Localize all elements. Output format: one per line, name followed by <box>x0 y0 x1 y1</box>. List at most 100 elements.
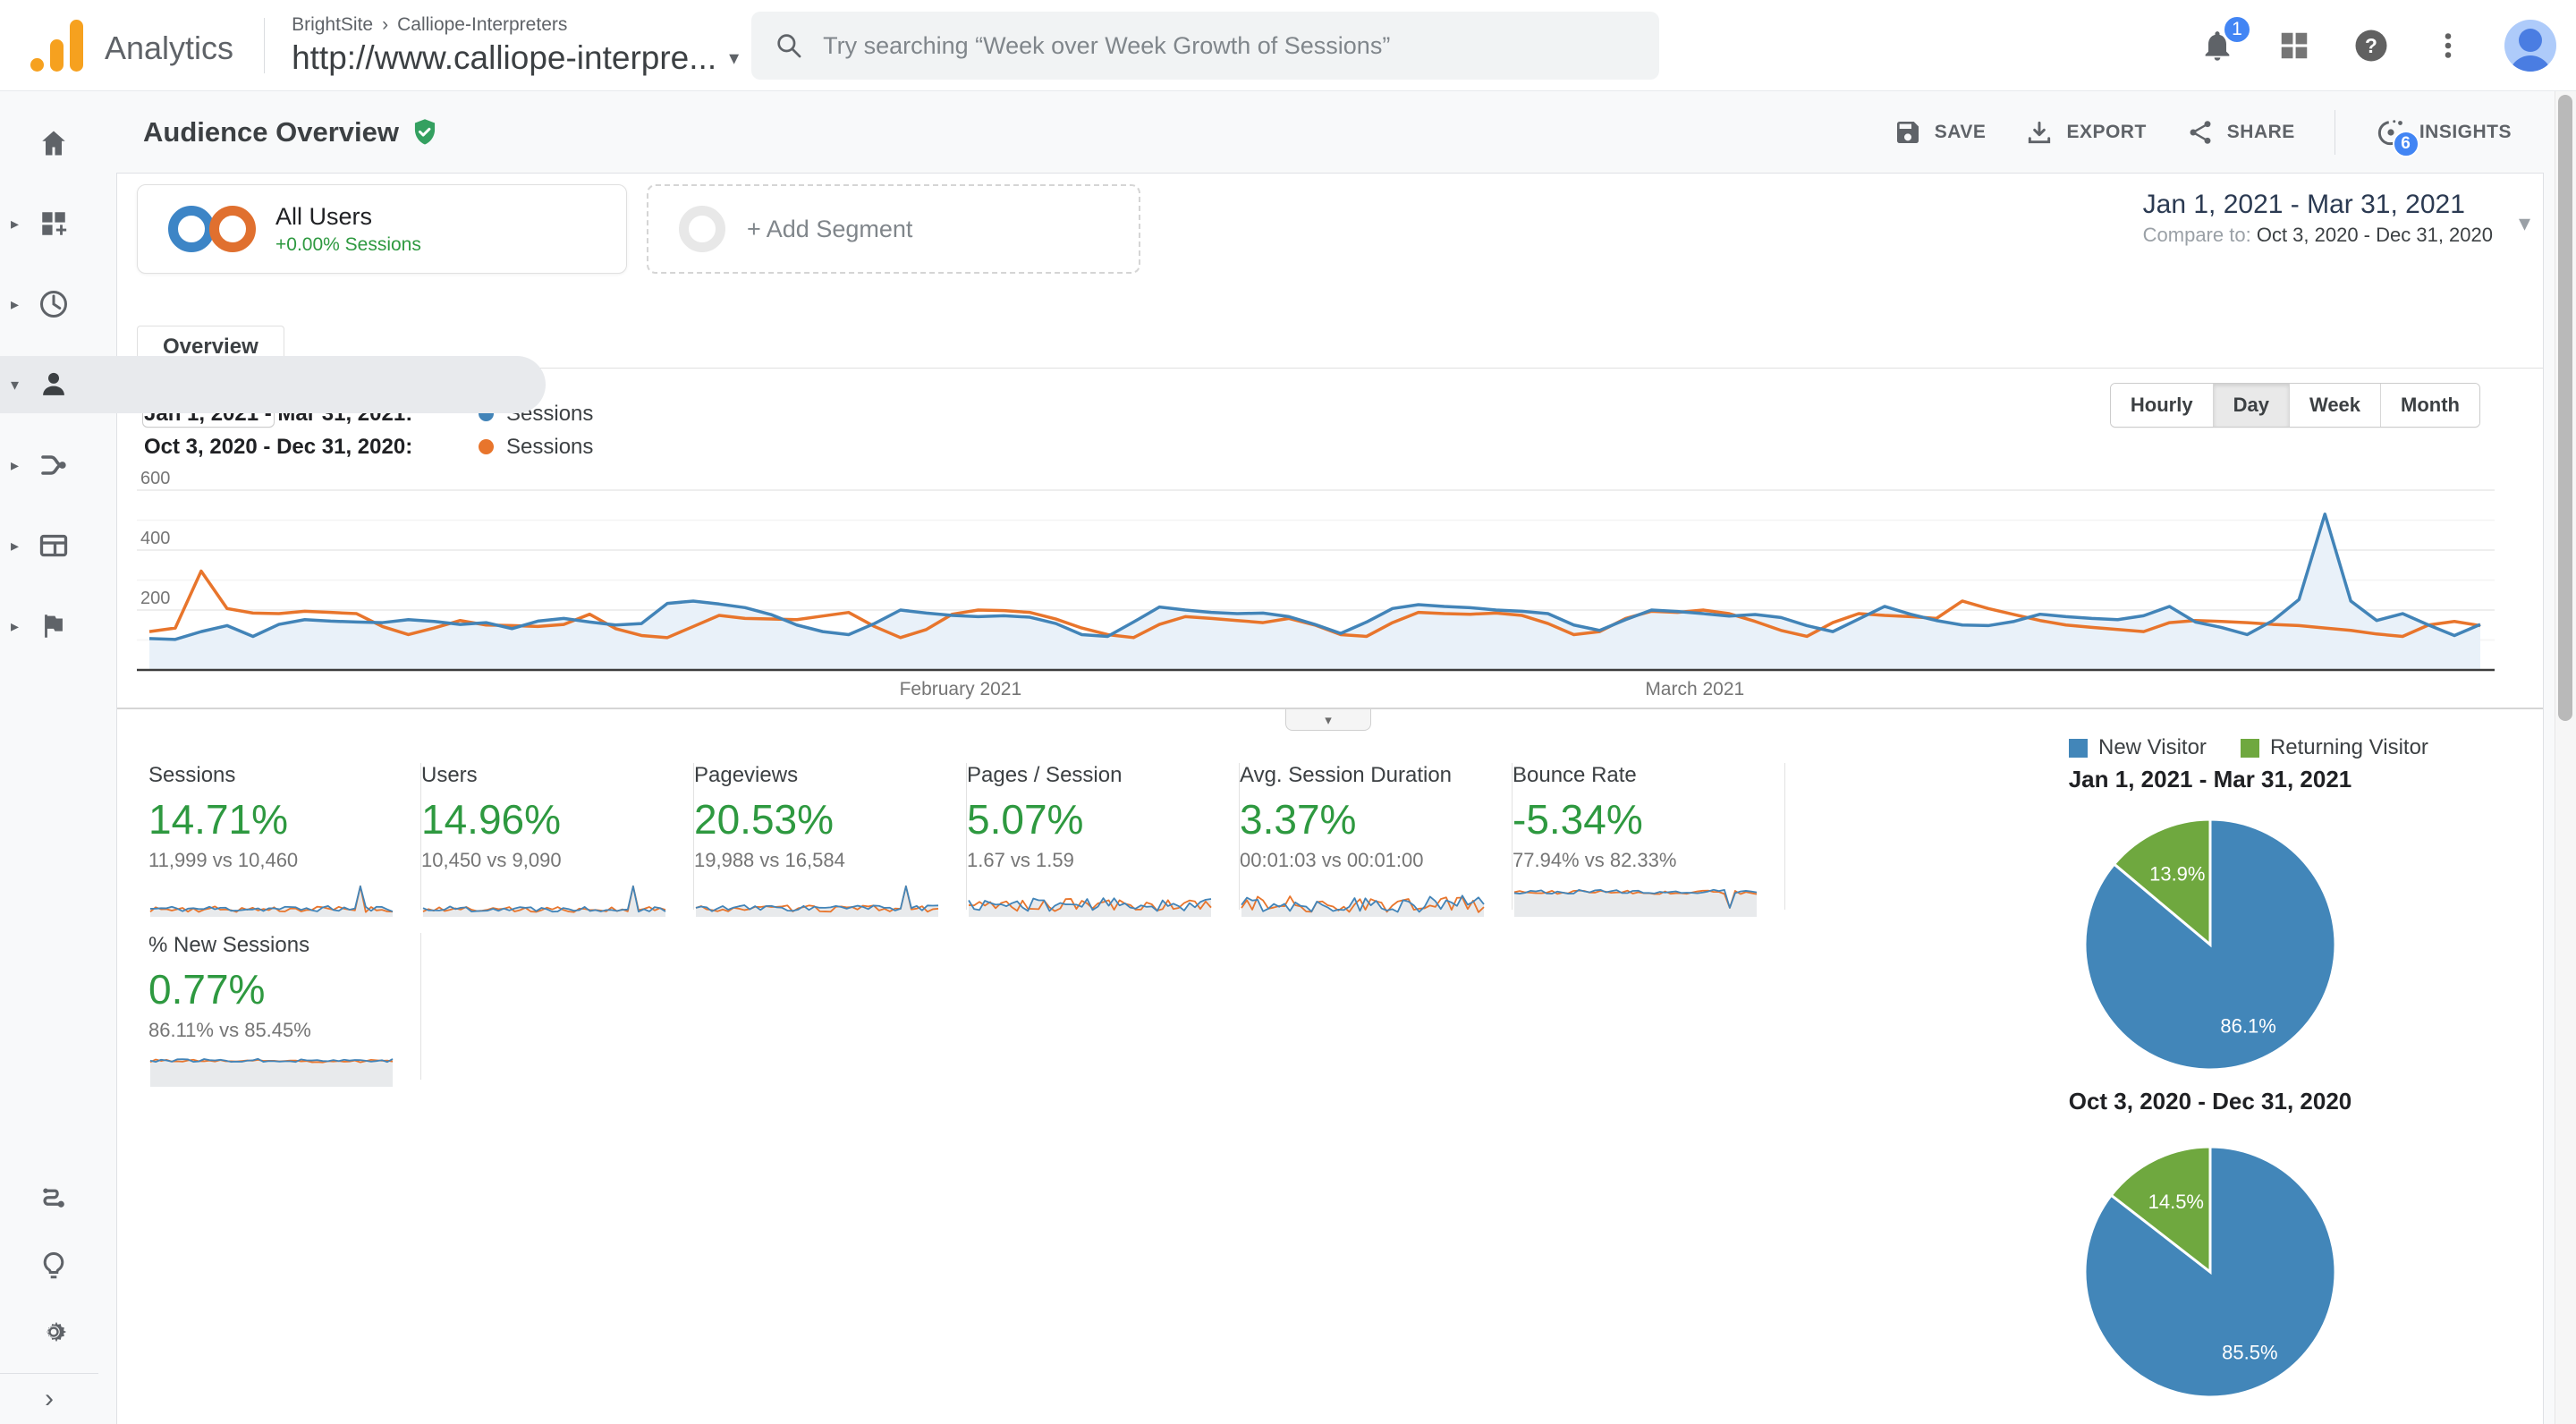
expand-right-icon[interactable]: ▸ <box>11 456 19 475</box>
search-icon <box>777 34 801 58</box>
sidebar-collapse-chevron[interactable]: › <box>0 1374 98 1424</box>
sidebar-item-behavior[interactable]: ▸ <box>0 517 98 574</box>
legend-swatch-icon <box>2240 738 2259 758</box>
view-selector-label[interactable]: http://www.calliope-interpre... <box>292 39 716 77</box>
scorecard-pages-session[interactable]: Pages / Session 5.07% 1.67 vs 1.59 <box>967 763 1240 917</box>
sparkline-chart <box>1513 888 1758 917</box>
visitors-pie-compare: 85.5% 14.5% <box>2083 1145 2337 1399</box>
audience-icon <box>36 367 72 403</box>
sparkline-chart <box>422 885 666 917</box>
chevron-down-icon[interactable]: ▾ <box>729 47 739 70</box>
sidebar-item-conversions[interactable]: ▸ <box>0 598 98 655</box>
more-vertical-icon[interactable] <box>2428 25 2469 66</box>
insights-button[interactable]: 6 INSIGHTS <box>2375 116 2512 157</box>
sidebar-item-home[interactable] <box>0 114 98 172</box>
chart-legend-row: Oct 3, 2020 - Dec 31, 2020: Sessions <box>144 430 593 463</box>
sidebar-item-acquisition[interactable]: ▸ <box>0 437 98 494</box>
chart-expander-button[interactable]: ▾ <box>1285 709 1371 731</box>
scorecard-avg-session-duration[interactable]: Avg. Session Duration 3.37% 00:01:03 vs … <box>1240 763 1513 917</box>
granularity-toggle: Hourly Day Week Month <box>2109 383 2480 428</box>
visitor-legend-item: Returning Visitor <box>2240 735 2428 760</box>
scorecard-compare-values: 19,988 vs 16,584 <box>694 849 845 871</box>
analytics-logo-icon <box>30 19 83 72</box>
svg-text:February 2021: February 2021 <box>900 679 1022 699</box>
sidebar-item-realtime[interactable]: ▸ <box>0 275 98 333</box>
segment-all-users[interactable]: All Users +0.00% Sessions <box>137 184 627 274</box>
pie-slice-label: 13.9% <box>2149 862 2205 885</box>
account-selector[interactable]: BrightSite › Calliope-Interpreters http:… <box>292 14 739 77</box>
export-download-icon <box>2029 121 2051 144</box>
date-range-selector[interactable]: Jan 1, 2021 - Mar 31, 2021 Compare to: O… <box>2143 190 2493 247</box>
breadcrumb: BrightSite › Calliope-Interpreters <box>292 14 739 36</box>
apps-grid-icon[interactable] <box>2274 25 2315 66</box>
search-input[interactable] <box>823 31 1636 60</box>
page-title: Audience Overview <box>143 116 438 148</box>
segment-title: All Users <box>275 202 373 230</box>
sidebar-item-attribution[interactable] <box>0 1174 98 1225</box>
sparkline-chart <box>149 885 394 917</box>
help-icon[interactable]: ? <box>2351 25 2392 66</box>
scorecard-label: Avg. Session Duration <box>1240 763 1453 787</box>
legend-dot-icon <box>479 439 494 454</box>
scorecard-compare-values: 00:01:03 vs 00:01:00 <box>1240 849 1424 871</box>
scrollbar-thumb[interactable] <box>2558 95 2572 721</box>
expand-right-icon[interactable]: ▸ <box>11 215 19 233</box>
scorecard-users[interactable]: Users 14.96% 10,450 vs 9,090 <box>421 763 694 917</box>
realtime-icon <box>36 286 72 322</box>
expand-down-icon[interactable]: ▾ <box>11 376 19 394</box>
granularity-week[interactable]: Week <box>2288 384 2381 427</box>
expand-right-icon[interactable]: ▸ <box>11 295 19 314</box>
notifications-bell-icon[interactable]: 1 <box>2197 14 2252 66</box>
export-button[interactable]: EXPORT <box>2025 118 2146 147</box>
conversions-icon <box>36 608 72 644</box>
sidebar-item-audience[interactable]: ▾ <box>0 356 546 413</box>
compare-value: Oct 3, 2020 - Dec 31, 2020 <box>2256 224 2493 246</box>
scorecard-label: Bounce Rate <box>1513 763 1637 787</box>
scorecard-label: Pageviews <box>694 763 799 787</box>
report-toolbar: SAVE EXPORT SHARE 6 INSIGHTS <box>1894 110 2512 157</box>
sparkline-chart <box>695 885 939 917</box>
svg-text:200: 200 <box>140 589 170 608</box>
sparkline-chart <box>149 1057 394 1087</box>
breadcrumb-separator: › <box>382 13 389 35</box>
sidebar-item-discover[interactable] <box>0 1241 98 1291</box>
sidebar-item-admin[interactable] <box>0 1307 98 1357</box>
expand-right-icon[interactable]: ▸ <box>11 617 19 636</box>
behavior-icon <box>36 528 72 564</box>
brand: Analytics <box>0 19 258 72</box>
compare-label: Compare to: <box>2142 224 2251 246</box>
expand-right-icon[interactable]: ▸ <box>11 537 19 555</box>
customization-icon <box>36 206 72 242</box>
legend-swatch-icon <box>2069 738 2088 758</box>
add-segment-button[interactable]: + Add Segment <box>647 184 1140 274</box>
svg-text:400: 400 <box>140 529 170 548</box>
vertical-scrollbar[interactable] <box>2555 91 2576 1424</box>
pie-title-compare: Oct 3, 2020 - Dec 31, 2020 <box>2068 1088 2352 1115</box>
scorecard-delta-value: 14.96% <box>421 796 562 843</box>
granularity-month[interactable]: Month <box>2380 384 2479 427</box>
share-icon <box>2190 121 2211 144</box>
account-avatar[interactable] <box>2504 20 2556 72</box>
search-bar[interactable] <box>751 12 1659 80</box>
sparkline-chart <box>1241 894 1485 917</box>
scorecard-pageviews[interactable]: Pageviews 20.53% 19,988 vs 16,584 <box>694 763 967 917</box>
share-button[interactable]: SHARE <box>2186 118 2295 147</box>
scorecard--new-sessions[interactable]: % New Sessions 0.77% 86.11% vs 85.45% <box>148 933 421 1087</box>
scorecard-compare-values: 11,999 vs 10,460 <box>148 849 299 871</box>
scorecard-label: % New Sessions <box>148 933 310 957</box>
scorecard-compare-values: 10,450 vs 9,090 <box>421 849 562 871</box>
granularity-day[interactable]: Day <box>2212 384 2289 427</box>
pie-title-current: Jan 1, 2021 - Mar 31, 2021 <box>2068 766 2352 793</box>
breadcrumb-property[interactable]: Calliope-Interpreters <box>397 14 567 36</box>
breadcrumb-account[interactable]: BrightSite <box>292 14 373 36</box>
scorecard-bounce-rate[interactable]: Bounce Rate -5.34% 77.94% vs 82.33% <box>1513 763 1785 917</box>
granularity-hourly[interactable]: Hourly <box>2110 384 2213 427</box>
verified-shield-icon <box>414 119 436 145</box>
sidebar-item-customization[interactable]: ▸ <box>0 195 98 252</box>
save-button[interactable]: SAVE <box>1894 118 1987 147</box>
notifications-count-badge: 1 <box>2222 14 2252 45</box>
scorecard-compare-values: 86.11% vs 85.45% <box>148 1019 311 1041</box>
scorecard-sessions[interactable]: Sessions 14.71% 11,999 vs 10,460 <box>148 763 421 917</box>
date-range-caret-icon[interactable]: ▾ <box>2519 209 2530 237</box>
svg-text:?: ? <box>2365 34 2377 57</box>
